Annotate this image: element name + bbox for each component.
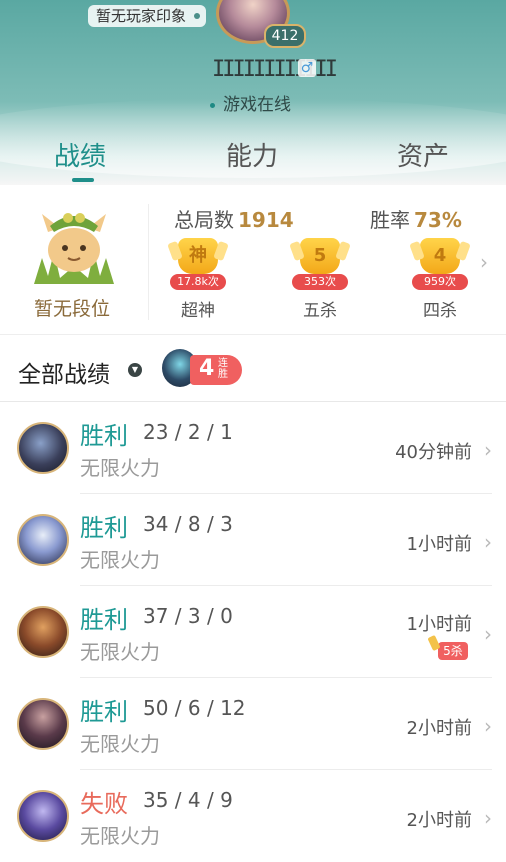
badge-name: 五杀 [303,301,337,321]
match-time: 2小时前 [406,810,472,831]
divider [148,204,149,320]
win-rate-value: 73% [414,208,462,232]
badge-penta-kill: 5 353次 五杀 [288,234,352,322]
impression-tag-label: 暂无玩家印象 [96,7,187,25]
chevron-right-icon: › [484,806,492,830]
match-kda: 23 / 2 / 1 [143,420,233,444]
badge-name: 四杀 [423,301,457,321]
hero-avatar [17,422,69,474]
online-status: 游戏在线 [210,90,291,115]
match-mode: 无限火力 [80,548,160,572]
legendary-medal-icon: 神 [178,238,218,274]
match-row[interactable]: 胜利 50 / 6 / 12 无限火力 2小时前 › [0,678,506,770]
match-row[interactable]: 失败 35 / 4 / 9 无限火力 2小时前 › [0,770,506,862]
match-mode: 无限火力 [80,732,160,756]
match-mode: 无限火力 [80,640,160,664]
online-status-label: 游戏在线 [223,95,291,115]
tab-assets[interactable]: 资产 [397,136,449,173]
tab-ability[interactable]: 能力 [226,136,278,173]
match-row[interactable]: 胜利 37 / 3 / 0 无限火力 1小时前 5杀 › [0,586,506,678]
win-rate-stat: 胜率 73% [370,204,462,233]
chevron-right-icon: › [484,714,492,738]
quadra-kill-medal-icon: 4 [420,238,460,274]
match-row[interactable]: 胜利 34 / 8 / 3 无限火力 1小时前 › [0,494,506,586]
online-dot-icon [210,102,215,108]
badge-count: 959次 [412,274,468,290]
hero-avatar [17,606,69,658]
tab-bar: 战绩 能力 资产 [0,136,506,184]
match-time: 1小时前 [406,534,472,555]
match-kda: 34 / 8 / 3 [143,512,233,536]
chevron-right-icon: › [484,622,492,646]
total-games-label: 总局数 [174,208,234,232]
rank-label: 暂无段位 [34,298,111,320]
match-kda: 50 / 6 / 12 [143,696,246,720]
penta-kill-medal-icon: 5 [300,238,340,274]
section-title[interactable]: 全部战绩 [18,355,110,389]
penta-kill-badge: 5杀 [438,642,468,660]
match-mode: 无限火力 [80,824,160,848]
match-time: 40分钟前 [395,442,472,463]
match-list-header: 全部战绩 ▼ 4 连胜 [0,335,506,402]
badge-quadra-kill: 4 959次 四杀 [408,234,472,322]
match-time: 1小时前 [406,614,472,635]
match-result: 胜利 [80,698,128,726]
match-result: 失败 [80,790,128,818]
badge-count: 17.8k次 [170,274,226,290]
hero-avatar [17,514,69,566]
badge-count: 353次 [292,274,348,290]
streak-label: 连胜 [218,358,228,380]
streak-count: 4 [199,356,215,381]
match-kda: 37 / 3 / 0 [143,604,233,628]
total-games-value: 1914 [238,208,294,232]
match-mode: 无限火力 [80,456,160,480]
badge-name: 超神 [181,301,215,321]
player-name: IIIIIIIIIIII [212,57,338,82]
rank-emblem-icon [34,213,114,284]
chevron-right-icon[interactable]: › [480,250,488,274]
match-row[interactable]: 胜利 23 / 2 / 1 无限火力 40分钟前 › [0,402,506,494]
male-icon: ♂ [298,59,316,77]
level-badge: 412 [264,24,306,48]
win-rate-label: 胜率 [370,208,410,232]
match-result: 胜利 [80,514,128,542]
impression-dot-icon [194,13,201,19]
match-time: 2小时前 [406,718,472,739]
chevron-down-icon[interactable]: ▼ [128,363,142,377]
chevron-right-icon: › [484,530,492,554]
tab-record[interactable]: 战绩 [54,136,106,173]
hero-avatar [17,790,69,842]
match-kda: 35 / 4 / 9 [143,788,233,812]
total-games-stat: 总局数 1914 [174,204,294,233]
hero-avatar [17,698,69,750]
active-tab-indicator [72,178,94,182]
badge-legendary: 神 17.8k次 超神 [166,234,230,322]
chevron-right-icon: › [484,438,492,462]
match-result: 胜利 [80,422,128,450]
match-result: 胜利 [80,606,128,634]
impression-tag[interactable]: 暂无玩家印象 [88,5,207,27]
stats-summary[interactable]: 暂无段位 总局数 1914 胜率 73% 神 17.8k次 超神 5 353次 五杀… [0,186,506,335]
win-streak-badge: 4 连胜 [190,355,242,385]
